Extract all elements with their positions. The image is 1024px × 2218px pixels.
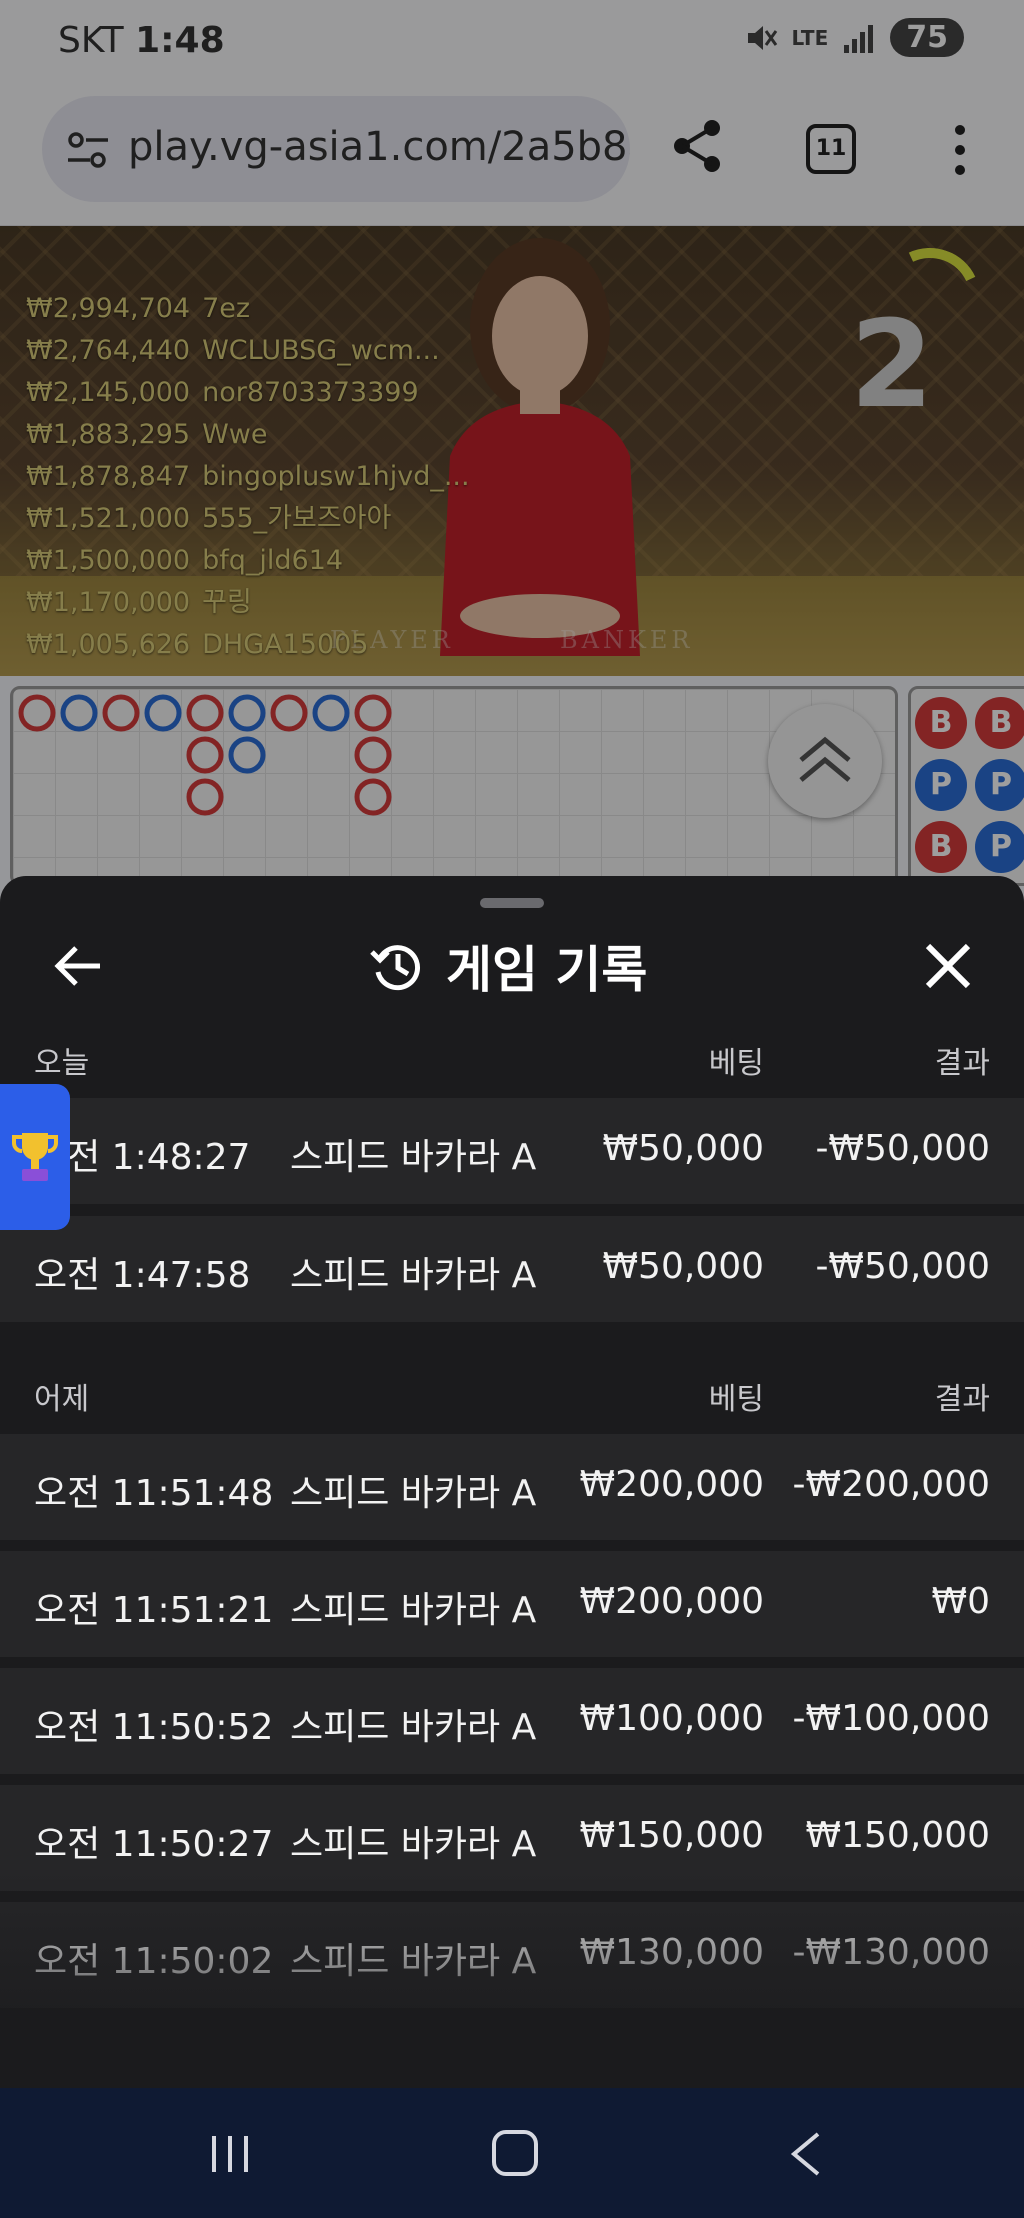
history-row[interactable]: 오전 11:50:27 스피드 바카라 A ₩150,000 ₩150,000 xyxy=(0,1785,1024,1891)
history-row[interactable]: 오전 11:50:52 스피드 바카라 A ₩100,000 -₩100,000 xyxy=(0,1668,1024,1774)
back-arrow-icon[interactable] xyxy=(50,938,106,994)
game-history-sheet: 게임 기록 오늘 베팅 결과 오전 1:48:27 스피드 바카라 A ₩50,… xyxy=(0,876,1024,2088)
sheet-header: 게임 기록 xyxy=(368,930,647,1002)
history-row[interactable]: 오전 11:51:21 스피드 바카라 A ₩200,000 ₩0 xyxy=(0,1551,1024,1657)
history-row[interactable]: 오전 11:51:48 스피드 바카라 A ₩200,000 -₩200,000 xyxy=(0,1434,1024,1540)
history-row[interactable]: 오전 11:50:02 스피드 바카라 A ₩130,000 -₩130,000 xyxy=(0,1902,1024,2008)
home-icon[interactable] xyxy=(492,2130,538,2176)
section-header-yesterday: 어제 베팅 결과 xyxy=(34,1382,990,1417)
drag-handle[interactable] xyxy=(480,898,544,908)
section-header-today: 오늘 베팅 결과 xyxy=(34,1046,990,1081)
history-icon xyxy=(370,945,420,991)
history-row[interactable]: 오전 1:47:58 스피드 바카라 A ₩50,000 -₩50,000 xyxy=(0,1216,1024,1322)
leaderboard-button[interactable] xyxy=(0,1084,70,1230)
nav-back-icon[interactable] xyxy=(786,2130,826,2178)
system-nav-bar xyxy=(0,2088,1024,2218)
trophy-icon xyxy=(12,1133,58,1181)
history-row[interactable]: 오전 1:48:27 스피드 바카라 A ₩50,000 -₩50,000 xyxy=(0,1098,1024,1204)
sheet-title: 게임 기록 xyxy=(446,941,648,999)
recents-icon[interactable] xyxy=(208,2132,252,2176)
close-icon[interactable] xyxy=(922,940,974,992)
